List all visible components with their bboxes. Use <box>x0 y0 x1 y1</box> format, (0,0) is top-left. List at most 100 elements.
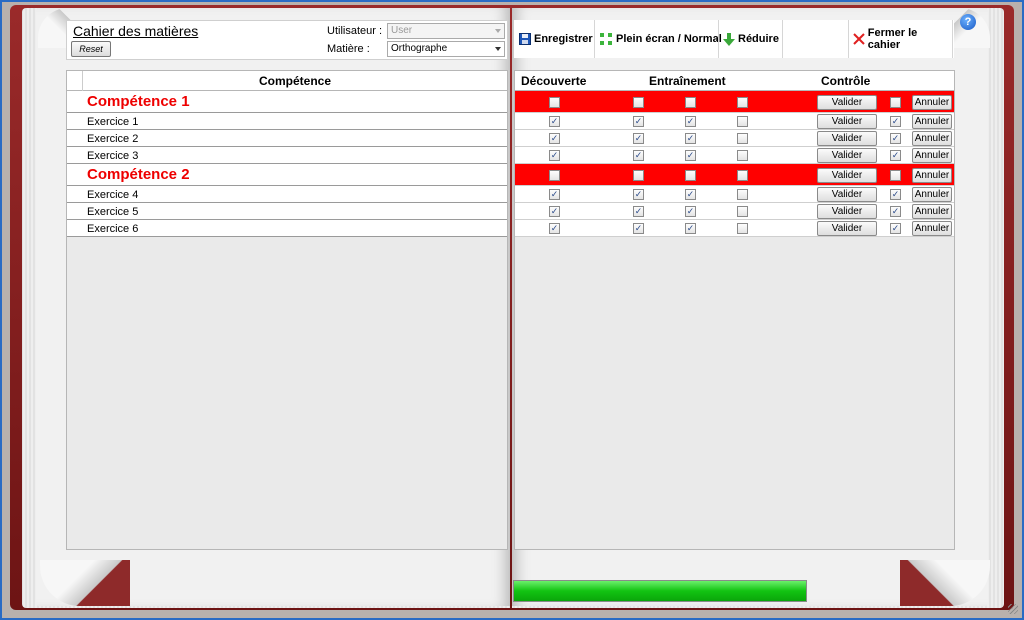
table-header: Compétence <box>67 71 507 91</box>
competence-table: Compétence Compétence 1 Exercice 1 Exercic… <box>66 70 508 550</box>
exercise-row[interactable]: Exercice 4 <box>67 186 507 203</box>
progress-checkbox[interactable]: ✓ <box>633 189 644 200</box>
chevron-down-icon <box>495 29 501 33</box>
row-header-corner <box>67 71 83 91</box>
exercise-row[interactable]: Exercice 5 <box>67 203 507 220</box>
subject-label: Matière : <box>327 43 370 55</box>
competence-row[interactable]: Compétence 1 <box>67 91 507 113</box>
progress-checkbox[interactable] <box>737 170 748 181</box>
validate-button[interactable]: Valider <box>817 168 877 183</box>
exercise-progress-row: ✓ ✓ ✓ Valider ✓ Annuler <box>515 130 954 147</box>
save-button[interactable]: Enregistrer <box>516 20 596 58</box>
resize-grip-icon[interactable] <box>1008 604 1018 614</box>
close-icon <box>853 33 865 45</box>
competence-label: Compétence 2 <box>87 166 190 183</box>
left-header-panel: Cahier des matières Reset Utilisateur : … <box>66 20 508 60</box>
subject-select-value: Orthographe <box>391 43 448 54</box>
close-notebook-label: Fermer le cahier <box>867 27 918 51</box>
exercise-row[interactable]: Exercice 6 <box>67 220 507 237</box>
cancel-button[interactable]: Annuler <box>912 95 952 110</box>
progress-checkbox[interactable]: ✓ <box>549 223 560 234</box>
exercise-row[interactable]: Exercice 3 <box>67 147 507 164</box>
control-checkbox[interactable]: ✓ <box>890 223 901 234</box>
progress-checkbox[interactable] <box>737 150 748 161</box>
progress-checkbox[interactable]: ✓ <box>549 116 560 127</box>
progress-checkbox[interactable]: ✓ <box>549 189 560 200</box>
cancel-button[interactable]: Annuler <box>912 114 952 129</box>
control-checkbox[interactable] <box>890 170 901 181</box>
cancel-button[interactable]: Annuler <box>912 187 952 202</box>
progress-checkbox[interactable] <box>737 97 748 108</box>
exercise-row[interactable]: Exercice 2 <box>67 130 507 147</box>
fullscreen-button[interactable]: Plein écran / Normal <box>596 20 725 58</box>
cancel-button[interactable]: Annuler <box>912 148 952 163</box>
exercise-label: Exercice 4 <box>87 189 139 201</box>
progress-checkbox[interactable]: ✓ <box>685 189 696 200</box>
validate-button[interactable]: Valider <box>817 148 877 163</box>
control-checkbox[interactable]: ✓ <box>890 206 901 217</box>
progress-checkbox[interactable]: ✓ <box>549 150 560 161</box>
toolbar-separator <box>848 20 849 58</box>
progress-checkbox[interactable]: ✓ <box>685 206 696 217</box>
toolbar-separator <box>782 20 783 58</box>
progress-checkbox[interactable]: ✓ <box>685 223 696 234</box>
minimize-button[interactable]: Réduire <box>720 20 782 58</box>
progress-checkbox[interactable]: ✓ <box>685 116 696 127</box>
notebook-title: Cahier des matières <box>73 23 199 39</box>
fullscreen-label: Plein écran / Normal <box>616 33 722 45</box>
progress-checkbox[interactable] <box>737 133 748 144</box>
control-checkbox[interactable]: ✓ <box>890 116 901 127</box>
control-checkbox[interactable] <box>890 97 901 108</box>
progress-checkbox[interactable] <box>549 170 560 181</box>
progress-checkbox[interactable]: ✓ <box>633 116 644 127</box>
cancel-button[interactable]: Annuler <box>912 204 952 219</box>
progress-checkbox[interactable] <box>549 97 560 108</box>
validate-button[interactable]: Valider <box>817 131 877 146</box>
cancel-button[interactable]: Annuler <box>912 221 952 236</box>
progress-checkbox[interactable]: ✓ <box>633 133 644 144</box>
validate-button[interactable]: Valider <box>817 95 877 110</box>
exercise-progress-row: ✓ ✓ ✓ Valider ✓ Annuler <box>515 203 954 220</box>
progress-checkbox[interactable] <box>633 170 644 181</box>
validate-button[interactable]: Valider <box>817 221 877 236</box>
help-icon[interactable]: ? <box>960 14 976 30</box>
arrow-down-icon <box>723 32 735 46</box>
chevron-down-icon <box>495 47 501 51</box>
progress-checkbox[interactable]: ✓ <box>633 206 644 217</box>
cancel-button[interactable]: Annuler <box>912 131 952 146</box>
reset-button[interactable]: Reset <box>71 41 111 57</box>
exercise-label: Exercice 2 <box>87 133 139 145</box>
control-checkbox[interactable]: ✓ <box>890 189 901 200</box>
progress-checkbox[interactable]: ✓ <box>633 223 644 234</box>
competence-row[interactable]: Compétence 2 <box>67 164 507 186</box>
competence-progress-row: Valider Annuler <box>515 164 954 186</box>
validate-button[interactable]: Valider <box>817 187 877 202</box>
validate-button[interactable]: Valider <box>817 114 877 129</box>
progress-checkbox[interactable]: ✓ <box>633 150 644 161</box>
subject-select[interactable]: Orthographe <box>387 41 505 57</box>
close-notebook-button[interactable]: Fermer le cahier <box>850 20 954 58</box>
control-checkbox[interactable]: ✓ <box>890 150 901 161</box>
progress-checkbox[interactable] <box>737 206 748 217</box>
progress-checkbox[interactable] <box>685 97 696 108</box>
minimize-label: Réduire <box>738 33 779 45</box>
validate-button[interactable]: Valider <box>817 204 877 219</box>
progress-checkbox[interactable]: ✓ <box>549 206 560 217</box>
progress-checkbox[interactable] <box>685 170 696 181</box>
progress-checkbox[interactable]: ✓ <box>685 133 696 144</box>
progress-checkbox[interactable]: ✓ <box>549 133 560 144</box>
progress-checkbox[interactable] <box>633 97 644 108</box>
cancel-button[interactable]: Annuler <box>912 168 952 183</box>
progress-checkbox[interactable]: ✓ <box>685 150 696 161</box>
user-select[interactable]: User <box>387 23 505 39</box>
progress-checkbox[interactable] <box>737 223 748 234</box>
column-header-control: Contrôle <box>821 74 871 88</box>
progress-checkbox[interactable] <box>737 116 748 127</box>
column-header-training: Entraînement <box>649 74 726 88</box>
competence-label: Compétence 1 <box>87 93 190 110</box>
control-checkbox[interactable]: ✓ <box>890 133 901 144</box>
exercise-row[interactable]: Exercice 1 <box>67 113 507 130</box>
save-label: Enregistrer <box>534 33 593 45</box>
progress-checkbox[interactable] <box>737 189 748 200</box>
column-header-competence: Compétence <box>258 74 332 88</box>
